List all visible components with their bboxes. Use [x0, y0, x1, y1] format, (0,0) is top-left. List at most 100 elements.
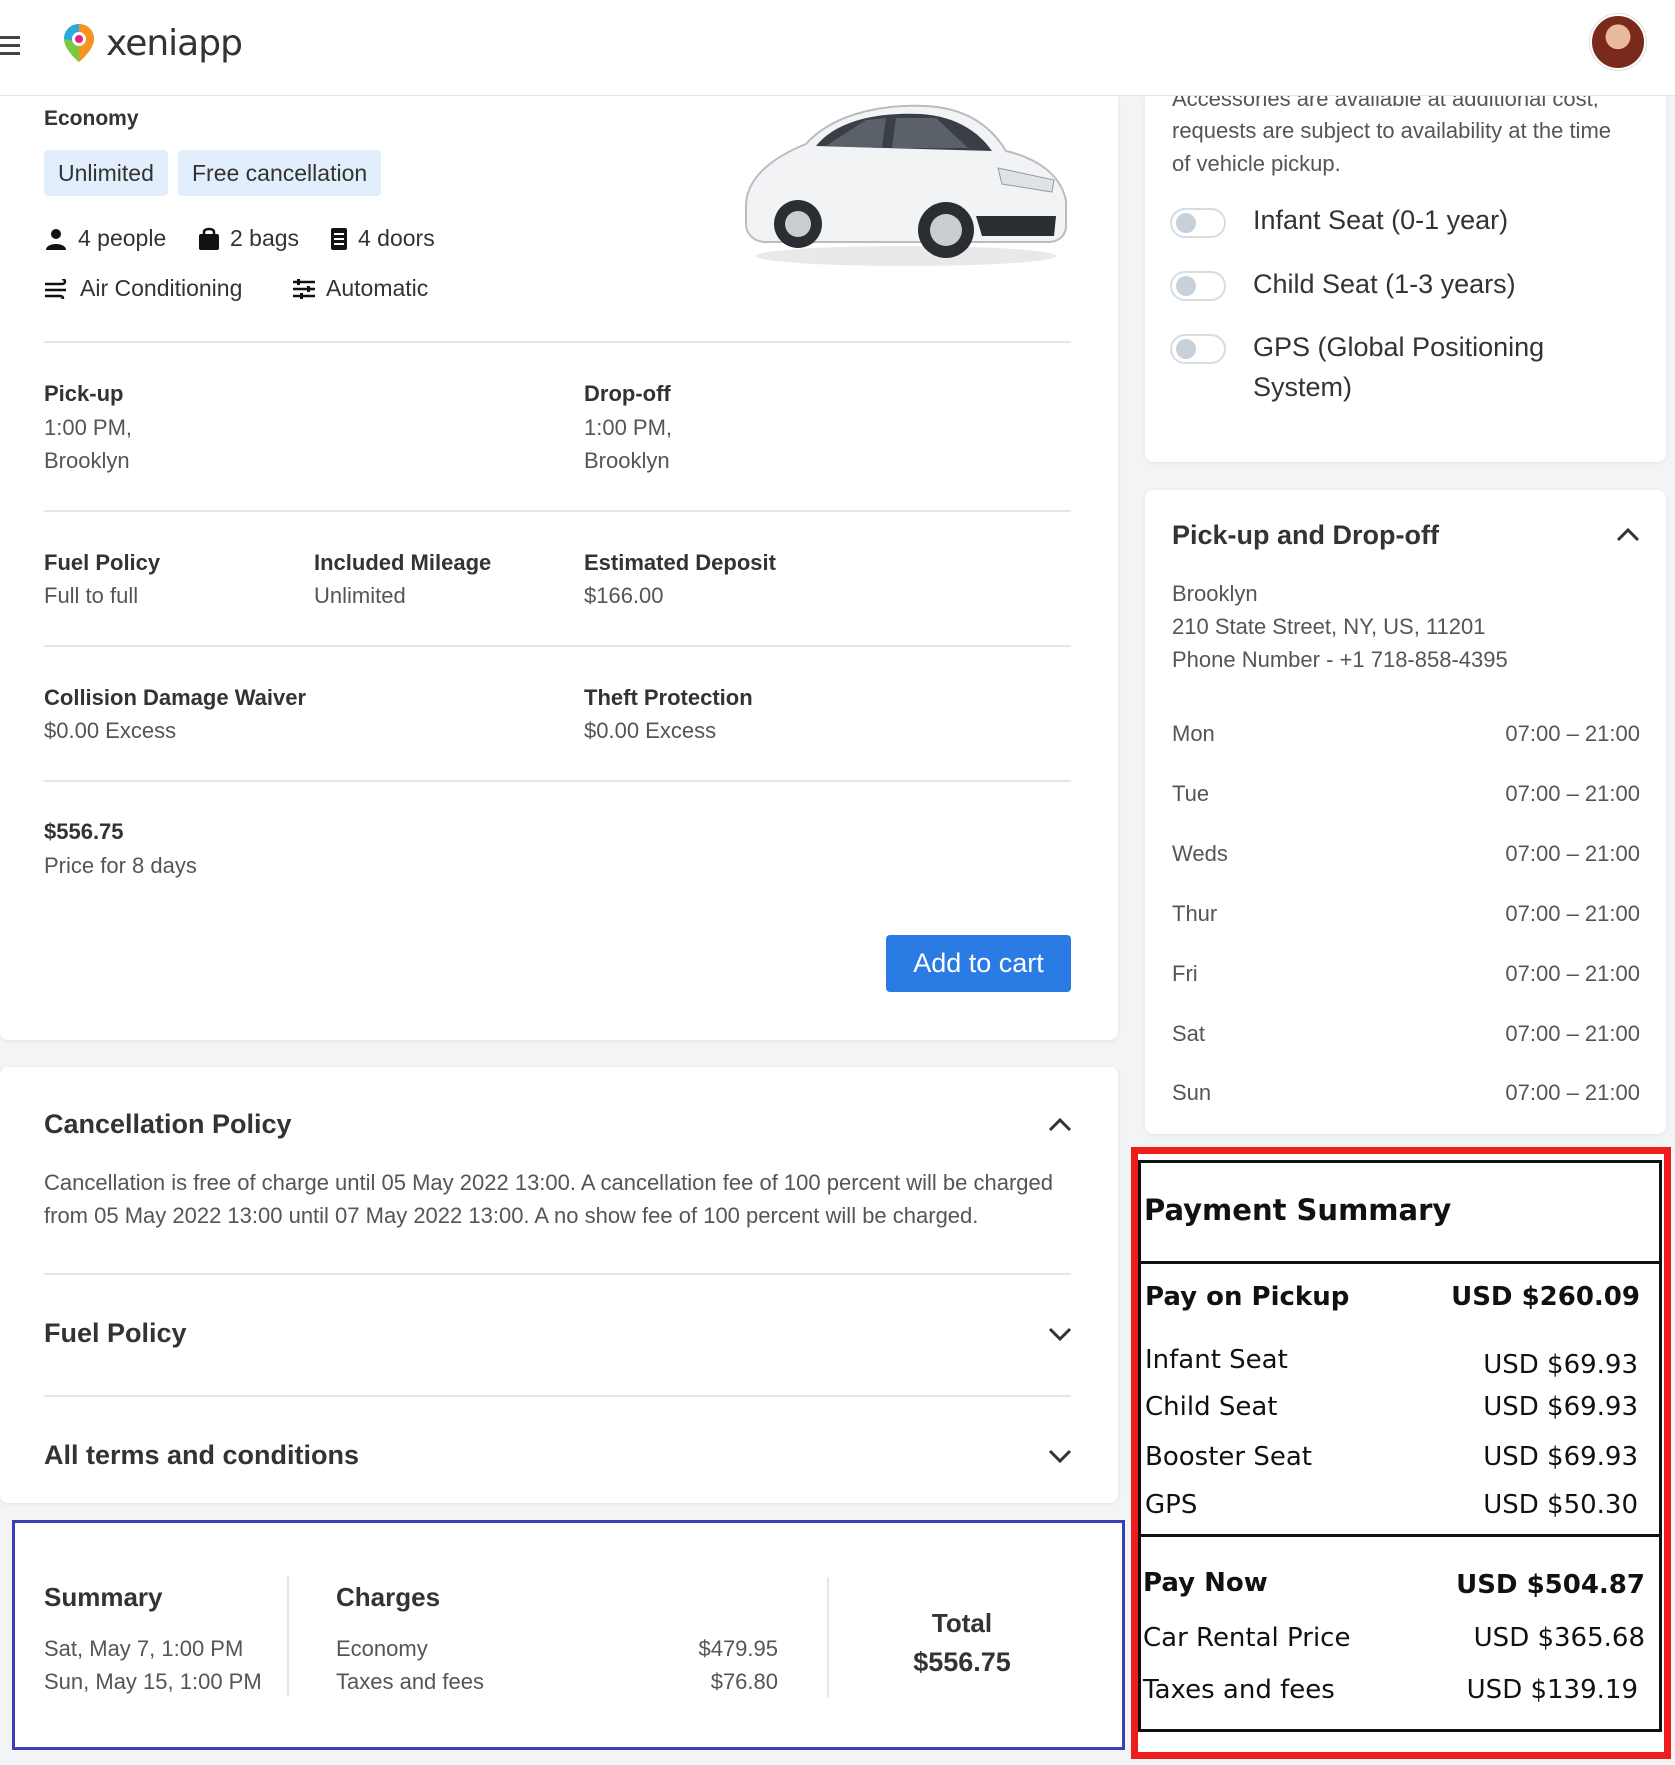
hours-row: Tue 07:00 – 21:00: [1172, 781, 1640, 807]
cdw-label: Collision Damage Waiver: [44, 685, 307, 710]
cancellation-text-line1: Cancellation is free of charge until 05 …: [44, 1170, 1053, 1195]
mileage-value: Unlimited: [314, 583, 406, 608]
chevron-down-icon[interactable]: [1046, 1320, 1074, 1348]
taxes-fees-value: USD $139.19: [1466, 1675, 1638, 1705]
gps-toggle[interactable]: [1170, 334, 1226, 364]
brand-name: xeniapp: [106, 22, 243, 64]
hours-row: Fri 07:00 – 21:00: [1172, 961, 1640, 987]
hours-time: 07:00 – 21:00: [1505, 781, 1640, 806]
feature-transmission-text: Automatic: [326, 275, 429, 301]
total-label: Total: [931, 1608, 993, 1638]
divider: [44, 1395, 1071, 1397]
child-seat-fee-label: Child Seat: [1145, 1392, 1278, 1422]
divider: [44, 1273, 1071, 1275]
gps-label-line1: GPS (Global Positioning: [1253, 332, 1545, 362]
fuel-policy-value: Full to full: [44, 583, 139, 608]
vehicle-category: Economy: [44, 107, 139, 130]
pay-on-pickup-value: USD $260.09: [1451, 1282, 1640, 1312]
divider: [44, 341, 1071, 343]
charge-economy-label: Economy: [336, 1636, 428, 1661]
hours-day: Sun: [1172, 1080, 1212, 1105]
dropoff-place: Brooklyn: [584, 448, 670, 473]
infant-seat-fee-value: USD $69.93: [1483, 1350, 1638, 1380]
map-pin-icon: [64, 24, 94, 62]
terms-title[interactable]: All terms and conditions: [44, 1440, 359, 1471]
location-name: Brooklyn: [1172, 581, 1258, 606]
hours-day: Mon: [1172, 721, 1215, 746]
deposit-label: Estimated Deposit: [584, 550, 776, 575]
cancellation-policy-title[interactable]: Cancellation Policy: [44, 1109, 292, 1140]
child-seat-label: Child Seat (1-3 years): [1253, 269, 1516, 299]
child-seat-fee-value: USD $69.93: [1483, 1392, 1638, 1422]
booster-seat-fee-label: Booster Seat: [1145, 1442, 1312, 1472]
divider: [287, 1577, 289, 1697]
user-avatar[interactable]: [1590, 14, 1646, 70]
location-address: 210 State Street, NY, US, 11201: [1172, 614, 1486, 639]
child-seat-toggle[interactable]: [1170, 271, 1226, 301]
dropoff-time: 1:00 PM,: [584, 415, 673, 440]
accessories-intro-clip: Accessories are available at additional …: [1145, 96, 1666, 108]
car-image: [745, 104, 1067, 266]
charge-taxes-label: Taxes and fees: [336, 1669, 484, 1694]
summary-title: Summary: [44, 1582, 163, 1612]
feature-people-text: 4 people: [78, 225, 167, 251]
booster-seat-fee-value: USD $69.93: [1483, 1442, 1638, 1472]
feature-doors-text: 4 doors: [358, 225, 435, 251]
hours-day: Fri: [1172, 961, 1198, 986]
feature-bags: 2 bags: [198, 225, 299, 252]
payment-summary-title: Payment Summary: [1144, 1193, 1452, 1227]
feature-ac: Air Conditioning: [44, 275, 242, 302]
chevron-up-icon[interactable]: [1046, 1111, 1074, 1139]
car-rental-price-value: USD $365.68: [1473, 1623, 1645, 1653]
hours-time: 07:00 – 21:00: [1505, 841, 1640, 866]
summary-dropoff-date: Sun, May 15, 1:00 PM: [44, 1669, 262, 1694]
chip-free-cancellation: Free cancellation: [178, 150, 382, 196]
hours-time: 07:00 – 21:00: [1505, 721, 1640, 746]
price-caption: Price for 8 days: [44, 853, 197, 878]
hours-row: Weds 07:00 – 21:00: [1172, 841, 1640, 867]
pay-now-label: Pay Now: [1143, 1568, 1268, 1598]
divider: [44, 510, 1071, 512]
accessories-intro-line0: Accessories are available at additional …: [1172, 96, 1599, 108]
bag-icon: [199, 227, 219, 250]
menu-icon[interactable]: [0, 36, 22, 56]
gps-label-line2: System): [1253, 372, 1353, 402]
dropoff-label: Drop-off: [584, 381, 671, 406]
pickup-label: Pick-up: [44, 381, 124, 406]
hours-time: 07:00 – 21:00: [1505, 1021, 1640, 1046]
chevron-up-icon[interactable]: [1614, 521, 1642, 549]
brand-logo[interactable]: xeniapp: [62, 22, 243, 64]
theft-label: Theft Protection: [584, 685, 753, 710]
accessories-intro-line1: requests are subject to availability at …: [1172, 118, 1612, 143]
mileage-label: Included Mileage: [314, 550, 492, 575]
feature-transmission: Automatic: [292, 275, 428, 302]
hours-row: Mon 07:00 – 21:00: [1172, 721, 1640, 747]
taxes-fees-label: Taxes and fees: [1143, 1675, 1335, 1705]
pickup-time: 1:00 PM,: [44, 415, 133, 440]
feature-ac-text: Air Conditioning: [80, 275, 243, 301]
price-amount: $556.75: [44, 819, 124, 844]
hours-time: 07:00 – 21:00: [1505, 1080, 1640, 1105]
transmission-icon: [293, 278, 315, 299]
total-value: $556.75: [913, 1647, 1011, 1677]
car-rental-price-label: Car Rental Price: [1143, 1623, 1351, 1653]
charges-title: Charges: [336, 1582, 441, 1612]
feature-bags-text: 2 bags: [230, 225, 300, 251]
pickup-place: Brooklyn: [44, 448, 130, 473]
summary-pickup-date: Sat, May 7, 1:00 PM: [44, 1636, 244, 1661]
feature-doors: 4 doors: [330, 225, 435, 252]
hours-day: Tue: [1172, 781, 1210, 806]
chevron-down-icon[interactable]: [1046, 1442, 1074, 1470]
divider: [827, 1577, 829, 1697]
hours-time: 07:00 – 21:00: [1505, 961, 1640, 986]
add-to-cart-button[interactable]: Add to cart: [886, 935, 1071, 992]
charge-taxes-value: $76.80: [710, 1669, 778, 1694]
fuel-policy-title[interactable]: Fuel Policy: [44, 1318, 187, 1349]
fuel-policy-label: Fuel Policy: [44, 550, 161, 575]
infant-seat-toggle[interactable]: [1170, 208, 1226, 238]
location-title[interactable]: Pick-up and Drop-off: [1172, 520, 1439, 551]
divider: [1138, 1534, 1662, 1537]
door-icon: [331, 227, 347, 250]
gps-fee-value: USD $50.30: [1483, 1490, 1638, 1520]
hours-time: 07:00 – 21:00: [1505, 901, 1640, 926]
